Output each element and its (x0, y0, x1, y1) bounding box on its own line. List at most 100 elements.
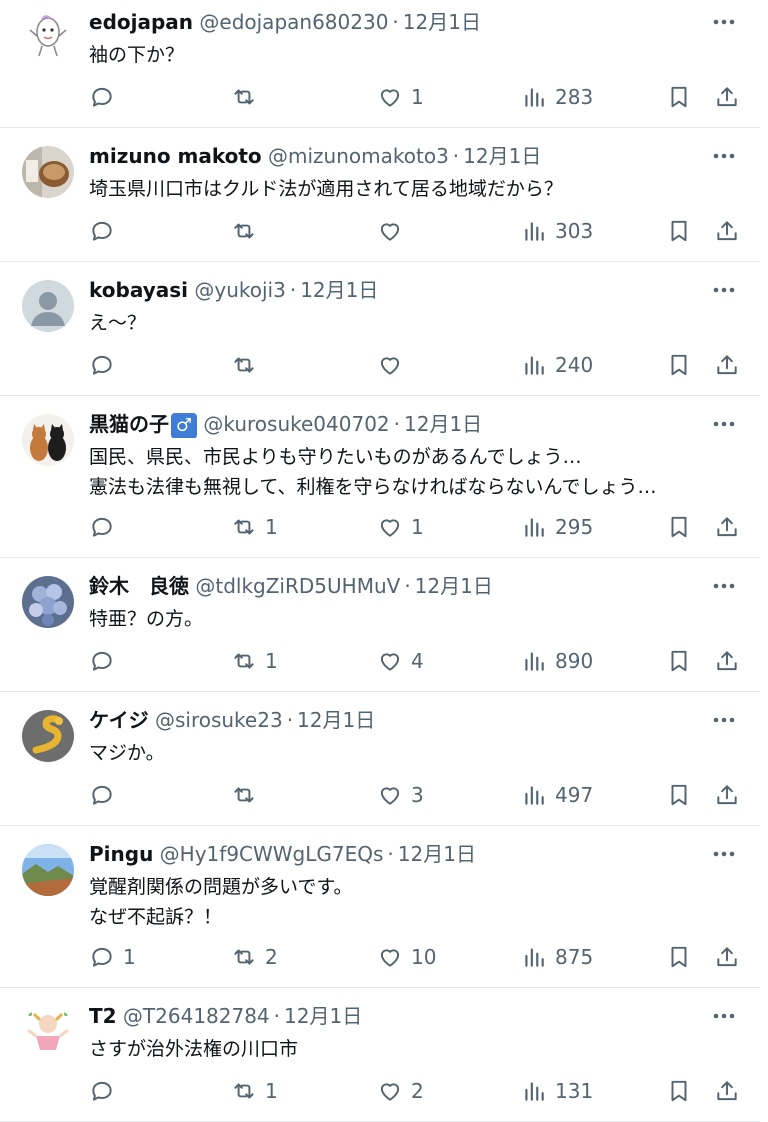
user-handle[interactable]: @edojapan680230 (199, 10, 388, 34)
share-button[interactable] (714, 944, 740, 970)
like-button[interactable] (377, 352, 411, 378)
tweet[interactable]: 黒猫の子 ♂ @kurosuke040702 · 12月1日 国民、県民、市民よりも守り… (0, 396, 760, 558)
user-handle[interactable]: @T264182784 (123, 1004, 270, 1028)
share-button[interactable] (714, 1078, 740, 1104)
user-handle[interactable]: @kurosuke040702 (203, 412, 389, 436)
view-count: 240 (555, 353, 594, 377)
reply-button[interactable] (89, 648, 123, 674)
more-options-button[interactable] (710, 1004, 738, 1028)
display-name[interactable]: 黒猫の子 (89, 412, 169, 436)
like-button[interactable]: 2 (377, 1078, 424, 1104)
tweet[interactable]: edojapan @edojapan680230 · 12月1日 袖の下か？ 1 283 (0, 0, 760, 128)
more-options-button[interactable] (710, 574, 738, 598)
tweet-text: 覚醒剤関係の問題が多いです。 なぜ不起訴？！ (89, 872, 736, 932)
display-name[interactable]: T2 (89, 1004, 117, 1028)
tweet-date[interactable]: 12月1日 (463, 144, 541, 168)
bookmark-button[interactable] (666, 218, 692, 244)
avatar[interactable] (22, 1006, 74, 1058)
like-button[interactable] (377, 218, 411, 244)
like-button[interactable]: 1 (377, 514, 424, 540)
retweet-button[interactable]: 1 (231, 648, 278, 674)
retweet-button[interactable]: 2 (231, 944, 278, 970)
heart-icon (380, 357, 400, 375)
bookmark-button[interactable] (666, 1078, 692, 1104)
more-options-button[interactable] (710, 278, 738, 302)
tweet[interactable]: Pingu @Hy1f9CWWgLG7EQs · 12月1日 覚醒剤関係の問題が多いで… (0, 826, 760, 988)
more-options-button[interactable] (710, 842, 738, 866)
reply-button[interactable] (89, 352, 123, 378)
views-button[interactable]: 875 (521, 944, 593, 970)
views-button[interactable]: 890 (521, 648, 593, 674)
reply-button[interactable] (89, 84, 123, 110)
reply-button[interactable] (89, 514, 123, 540)
retweet-button[interactable] (231, 352, 265, 378)
tweet-date[interactable]: 12月1日 (403, 10, 481, 34)
more-options-button[interactable] (710, 412, 738, 436)
user-handle[interactable]: @tdlkgZiRD5UHMuV (195, 574, 400, 598)
views-button[interactable]: 131 (521, 1078, 593, 1104)
views-button[interactable]: 283 (521, 84, 593, 110)
like-button[interactable]: 4 (377, 648, 424, 674)
more-options-button[interactable] (710, 10, 738, 34)
display-name[interactable]: edojapan (89, 10, 193, 34)
tweet-date[interactable]: 12月1日 (415, 574, 493, 598)
reply-button[interactable] (89, 782, 123, 808)
user-handle[interactable]: @mizunomakoto3 (268, 144, 449, 168)
views-button[interactable]: 303 (521, 218, 593, 244)
like-button[interactable]: 10 (377, 944, 436, 970)
tweet-date[interactable]: 12月1日 (297, 708, 375, 732)
user-handle[interactable]: @sirosuke23 (155, 708, 283, 732)
display-name[interactable]: Pingu (89, 842, 153, 866)
more-options-button[interactable] (710, 144, 738, 168)
bookmark-button[interactable] (666, 648, 692, 674)
tweet[interactable]: mizuno makoto @mizunomakoto3 · 12月1日 埼玉県川口市… (0, 128, 760, 262)
tweet[interactable]: 鈴木 良徳 @tdlkgZiRD5UHMuV · 12月1日 特亜？の方。 1 4 890 (0, 558, 760, 692)
share-button[interactable] (714, 648, 740, 674)
avatar[interactable] (22, 146, 74, 198)
user-handle[interactable]: @Hy1f9CWWgLG7EQs (160, 842, 384, 866)
display-name[interactable]: mizuno makoto (89, 144, 262, 168)
retweet-button[interactable]: 1 (231, 1078, 278, 1104)
retweet-button[interactable] (231, 84, 265, 110)
like-button[interactable]: 3 (377, 782, 424, 808)
tweet-date[interactable]: 12月1日 (284, 1004, 362, 1028)
avatar[interactable] (22, 10, 74, 62)
display-name[interactable]: kobayasi (89, 278, 188, 302)
more-options-button[interactable] (710, 708, 738, 732)
tweet[interactable]: kobayasi @yukoji3 · 12月1日 え～？ 240 (0, 262, 760, 396)
views-button[interactable]: 295 (521, 514, 593, 540)
retweet-button[interactable] (231, 782, 265, 808)
bookmark-button[interactable] (666, 514, 692, 540)
share-button[interactable] (714, 84, 740, 110)
display-name[interactable]: ケイジ (89, 708, 149, 732)
avatar[interactable] (22, 710, 74, 762)
share-button[interactable] (714, 352, 740, 378)
bookmark-button[interactable] (666, 352, 692, 378)
bookmark-button[interactable] (666, 84, 692, 110)
like-button[interactable]: 1 (377, 84, 424, 110)
share-button[interactable] (714, 514, 740, 540)
bookmark-button[interactable] (666, 944, 692, 970)
reply-button[interactable] (89, 1078, 123, 1104)
avatar[interactable] (22, 414, 74, 466)
tweet-date[interactable]: 12月1日 (404, 412, 482, 436)
display-name[interactable]: 鈴木 良徳 (89, 574, 189, 598)
tweet[interactable]: ケイジ @sirosuke23 · 12月1日 マジか。 3 497 (0, 692, 760, 826)
avatar[interactable] (22, 844, 74, 896)
share-button[interactable] (714, 218, 740, 244)
tweet-date[interactable]: 12月1日 (398, 842, 476, 866)
bookmark-button[interactable] (666, 782, 692, 808)
retweet-button[interactable] (231, 218, 265, 244)
reply-button[interactable] (89, 218, 123, 244)
share-button[interactable] (714, 782, 740, 808)
views-button[interactable]: 497 (521, 782, 593, 808)
retweet-button[interactable]: 1 (231, 514, 278, 540)
views-button[interactable]: 240 (521, 352, 593, 378)
tweet[interactable]: T2 @T264182784 · 12月1日 さすが治外法権の川口市 1 2 131 (0, 988, 760, 1122)
user-handle[interactable]: @yukoji3 (194, 278, 285, 302)
avatar[interactable] (22, 280, 74, 332)
reply-button[interactable]: 1 (89, 944, 136, 970)
avatar[interactable] (22, 576, 74, 628)
reply-icon (92, 785, 112, 805)
tweet-date[interactable]: 12月1日 (300, 278, 378, 302)
